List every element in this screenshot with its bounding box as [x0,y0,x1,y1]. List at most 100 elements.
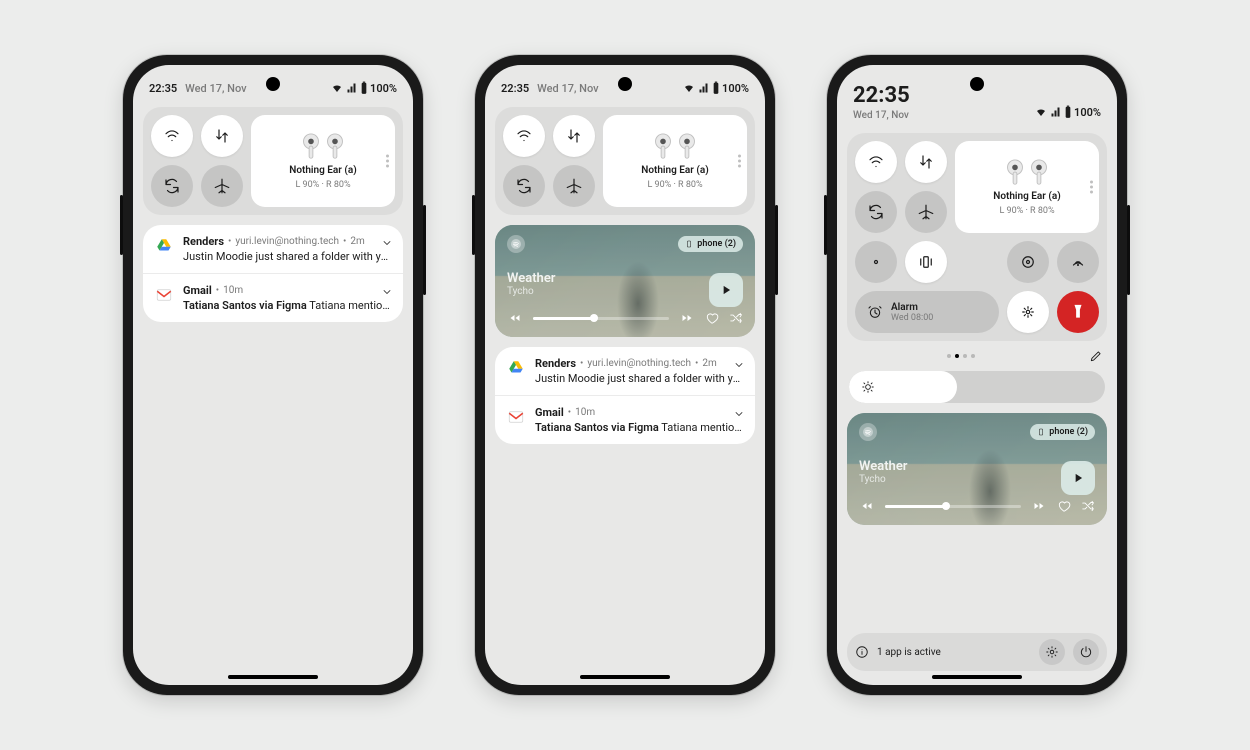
brightness-icon [861,380,875,394]
home-indicator[interactable] [580,675,670,679]
page-dots-icon [386,155,389,168]
notif-age: 2m [350,236,364,247]
rotate-toggle[interactable] [151,165,193,207]
status-time: 22:35 [501,82,529,95]
earbuds-card[interactable]: Nothing Ear (a) L 90% · R 80% [955,141,1099,233]
notif-app: Gmail [183,284,212,297]
play-button[interactable] [709,273,743,307]
media-player-card[interactable]: phone (2) Weather Tycho [847,413,1107,525]
airplane-toggle[interactable] [905,191,947,233]
edit-icon[interactable] [1089,349,1103,363]
media-player-card[interactable]: phone (2) Weather Tycho [495,225,755,337]
vibrate-toggle[interactable] [905,241,947,283]
gmail-icon [155,286,173,304]
shuffle-icon[interactable] [729,311,743,325]
earbuds-card[interactable]: Nothing Ear (a) L 90% · R 80% [603,115,747,207]
output-chip[interactable]: phone (2) [1030,424,1095,440]
alarm-label: Alarm [891,302,933,313]
notification-gmail[interactable]: Gmail •10m Tatiana Santos via Figma Tati… [495,395,755,444]
battery-icon [1064,105,1072,119]
hotspot-toggle[interactable] [1057,241,1099,283]
spotify-icon[interactable] [507,235,525,253]
media-title: Weather [859,459,1095,474]
location-toggle[interactable] [1007,241,1049,283]
notif-meta: yuri.levin@nothing.tech [587,358,691,369]
shuffle-icon[interactable] [1081,499,1095,513]
play-button[interactable] [1061,461,1095,495]
chevron-down-icon[interactable] [381,286,393,298]
output-chip[interactable]: phone (2) [678,236,743,252]
battery-percent: 100% [370,82,397,95]
chevron-down-icon[interactable] [733,408,745,420]
earbuds-card[interactable]: Nothing Ear (a) L 90% · R 80% [251,115,395,207]
battery-icon [712,81,720,95]
earbuds-battery: L 90% · R 80% [647,180,702,190]
output-chip-label: phone (2) [1049,427,1088,437]
quick-settings-tray: Nothing Ear (a) L 90% · R 80% [143,107,403,215]
wifi-toggle[interactable] [503,115,545,157]
heart-icon[interactable] [1057,499,1071,513]
status-time: 22:35 [149,82,177,95]
rotate-toggle[interactable] [855,191,897,233]
flashlight-toggle[interactable] [1057,291,1099,333]
chevron-down-icon[interactable] [381,237,393,249]
data-toggle[interactable] [553,115,595,157]
notif-app: Renders [183,235,224,248]
previous-icon[interactable] [507,312,523,324]
qs-footer: 1 app is active [847,633,1107,671]
data-toggle[interactable] [905,141,947,183]
wifi-toggle[interactable] [151,115,193,157]
seek-slider[interactable] [885,505,1021,508]
wifi-icon [330,82,344,94]
quick-settings-tray: Nothing Ear (a) L 90% · R 80% Alarm Wed [847,133,1107,341]
output-chip-label: phone (2) [697,239,736,249]
battery-icon [360,81,368,95]
status-date: Wed 17, Nov [185,82,246,95]
wifi-icon [682,82,696,94]
notif-body: Tatiana Santos via Figma Tatiana mention… [183,299,391,312]
earbuds-battery: L 90% · R 80% [999,206,1054,216]
next-icon[interactable] [679,312,695,324]
phone-mockup-3: 22:35 Wed 17, Nov 100% [827,55,1127,695]
wifi-toggle[interactable] [855,141,897,183]
notification-renders[interactable]: Renders •yuri.levin@nothing.tech •2m Jus… [495,347,755,395]
power-button[interactable] [1073,639,1099,665]
signal-icon [1050,106,1062,118]
notif-age: 10m [575,407,595,418]
notification-gmail[interactable]: Gmail • 10m Tatiana Santos via Figma Tat… [143,273,403,322]
alarm-icon [867,304,883,320]
airplane-toggle[interactable] [553,165,595,207]
media-artist: Tycho [507,286,743,297]
earbuds-icon [299,133,347,161]
previous-icon[interactable] [859,500,875,512]
notif-body: Tatiana Santos via Figma Tatiana mention… [535,421,743,434]
alarm-tile[interactable]: Alarm Wed 08:00 [855,291,999,333]
quick-settings-tray: Nothing Ear (a) L 90% · R 80% [495,107,755,215]
settings-button[interactable] [1039,639,1065,665]
notif-app: Renders [535,357,576,370]
phone-icon [1037,427,1045,437]
status-bar: 22:35 Wed 17, Nov 100% [837,65,1117,127]
signal-icon [346,82,358,94]
home-indicator[interactable] [932,675,1022,679]
dnd-toggle[interactable] [855,241,897,283]
active-apps-label[interactable]: 1 app is active [877,647,1031,658]
glyph-toggle[interactable] [1007,291,1049,333]
wifi-icon [1034,106,1048,118]
media-title: Weather [507,271,743,286]
brightness-slider[interactable] [849,371,1105,403]
notification-renders[interactable]: Renders • yuri.levin@nothing.tech • 2m J… [143,225,403,273]
camera-punch-hole [618,77,632,91]
seek-slider[interactable] [533,317,669,320]
chevron-down-icon[interactable] [733,359,745,371]
gmail-icon [507,408,525,426]
airplane-toggle[interactable] [201,165,243,207]
data-toggle[interactable] [201,115,243,157]
next-icon[interactable] [1031,500,1047,512]
notif-age: 2m [702,358,716,369]
rotate-toggle[interactable] [503,165,545,207]
home-indicator[interactable] [228,675,318,679]
spotify-icon[interactable] [859,423,877,441]
notification-stack: Renders •yuri.levin@nothing.tech •2m Jus… [495,347,755,444]
heart-icon[interactable] [705,311,719,325]
